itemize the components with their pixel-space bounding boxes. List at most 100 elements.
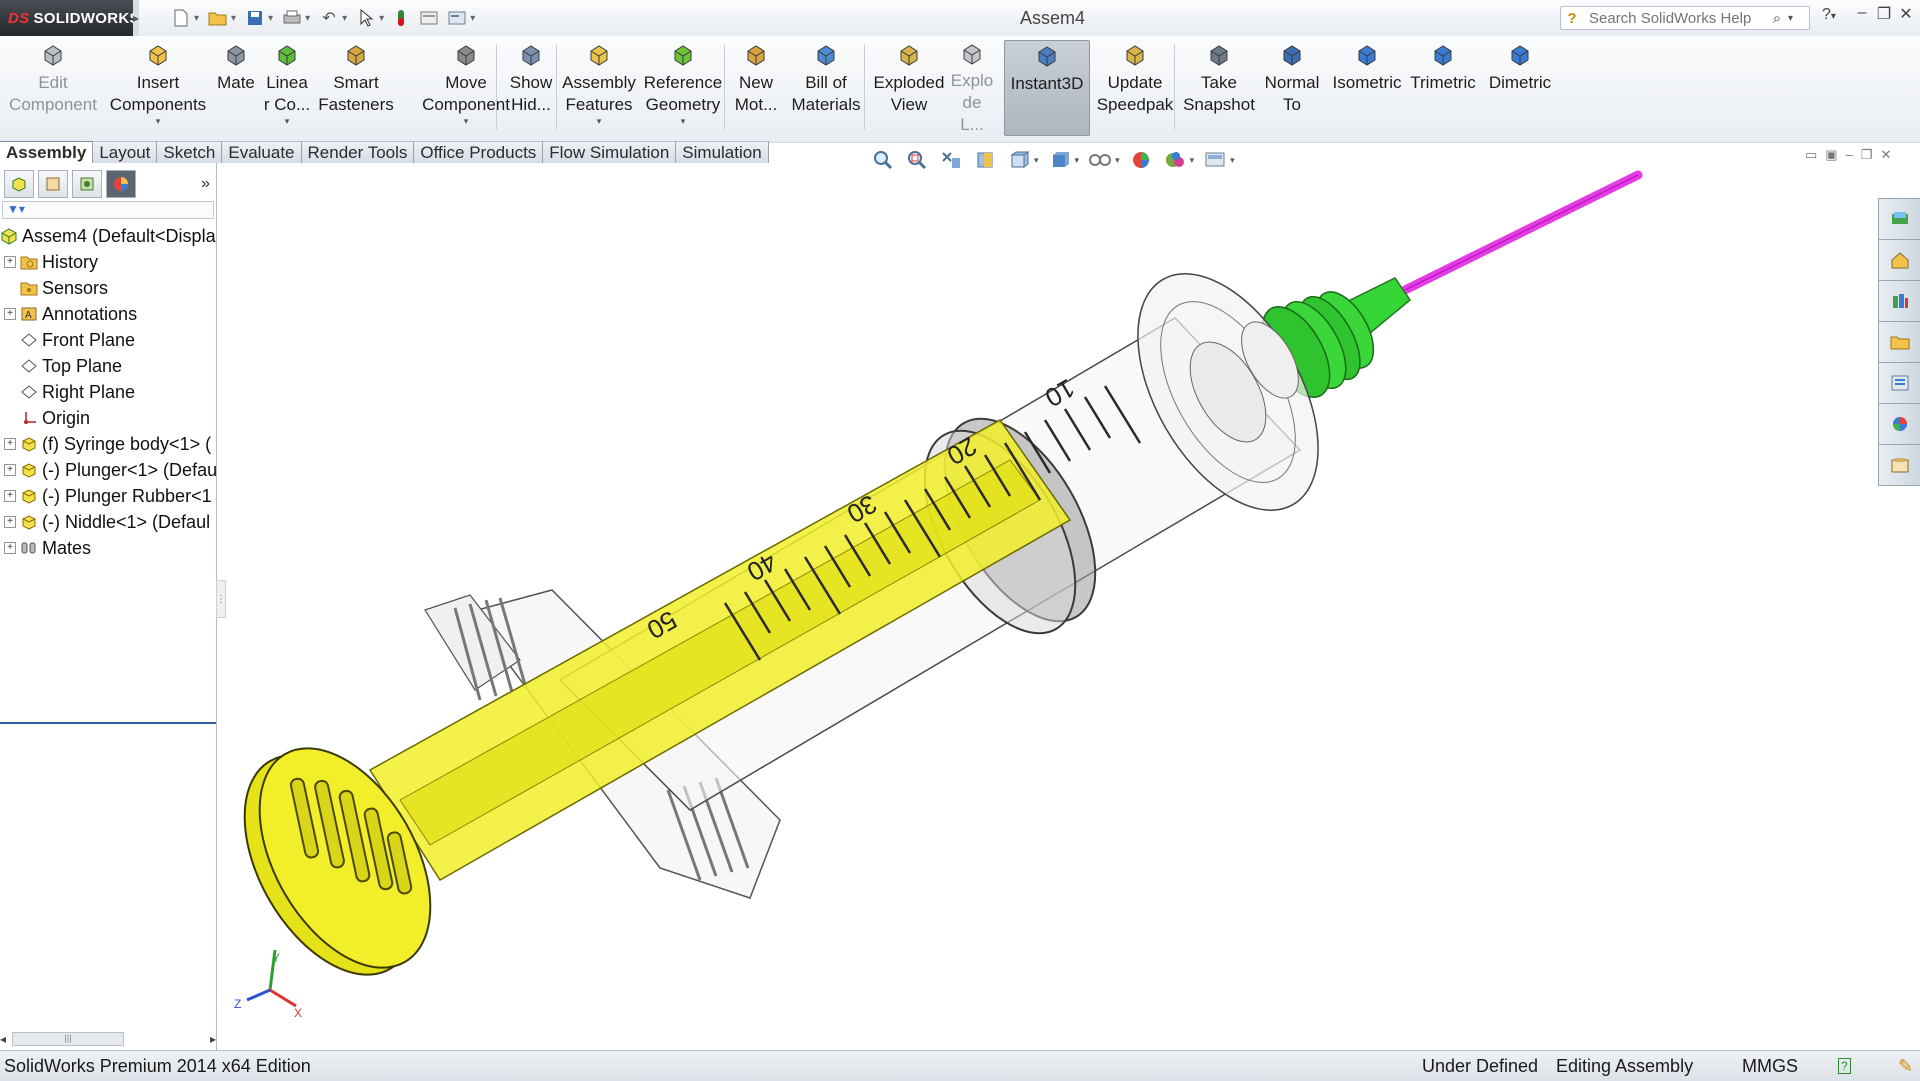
- viewport-split-icon[interactable]: ▣: [1825, 147, 1837, 163]
- feature-manager-tab[interactable]: [4, 170, 34, 198]
- save-icon[interactable]: [244, 7, 266, 29]
- move-component-dropdown-arrow[interactable]: ▾: [464, 116, 469, 126]
- file-explorer-icon[interactable]: [1878, 322, 1920, 363]
- tab-render-tools[interactable]: Render Tools: [301, 141, 415, 163]
- tab-sketch[interactable]: Sketch: [157, 141, 223, 163]
- tree-expand-toggle[interactable]: +: [4, 516, 16, 528]
- custom-properties-icon[interactable]: [1878, 445, 1920, 486]
- solidworks-menu-arrow[interactable]: ▸: [133, 0, 139, 36]
- tree-node[interactable]: + (-) Plunger Rubber<1: [0, 483, 216, 509]
- configuration-manager-tab[interactable]: [72, 170, 102, 198]
- graphics-area[interactable]: 10 20 30 40 50 Y X Z: [218, 163, 1878, 1050]
- syringe-model[interactable]: 10 20 30 40 50: [218, 170, 1643, 1004]
- tree-node[interactable]: + A Annotations: [0, 301, 216, 327]
- linear-component-pattern-dropdown-arrow[interactable]: ▾: [285, 116, 290, 126]
- tree-node[interactable]: Top Plane: [0, 353, 216, 379]
- update-speedpak-button[interactable]: Update Speedpak: [1094, 40, 1176, 136]
- smart-fasteners-button[interactable]: Smart Fasteners: [316, 40, 396, 136]
- tab-layout[interactable]: Layout: [93, 141, 158, 163]
- scroll-right-arrow[interactable]: ▸: [210, 1032, 216, 1046]
- tab-simulation[interactable]: Simulation: [676, 141, 769, 163]
- open-folder-icon[interactable]: [207, 7, 229, 29]
- tree-expand-toggle[interactable]: +: [4, 308, 16, 320]
- tree-node[interactable]: Right Plane: [0, 379, 216, 405]
- viewport-restore-button[interactable]: ❐: [1861, 147, 1873, 163]
- select-cursor-icon[interactable]: [355, 7, 377, 29]
- explode-line-sketch-button[interactable]: Explo de L...: [950, 40, 994, 136]
- help-search-input[interactable]: [1583, 8, 1766, 28]
- insert-components-button[interactable]: Insert Components ▾: [106, 40, 210, 136]
- close-window-button[interactable]: ✕: [1895, 4, 1917, 28]
- search-dropdown-arrow[interactable]: ▾: [1788, 13, 1793, 24]
- solidworks-logo[interactable]: DS SOLIDWORKS: [0, 0, 139, 36]
- tree-node[interactable]: + History: [0, 249, 216, 275]
- tree-node[interactable]: Front Plane: [0, 327, 216, 353]
- scroll-thumb[interactable]: |||: [12, 1032, 125, 1046]
- tab-office-products[interactable]: Office Products: [414, 141, 544, 163]
- view-palette-icon[interactable]: [1878, 363, 1920, 404]
- rollback-bar[interactable]: [0, 722, 216, 724]
- tree-expand-toggle[interactable]: +: [4, 490, 16, 502]
- tab-evaluate[interactable]: Evaluate: [222, 141, 302, 163]
- normal-to-button[interactable]: Normal To: [1262, 40, 1322, 136]
- tab-flow-simulation[interactable]: Flow Simulation: [543, 141, 677, 163]
- filter-icon[interactable]: ▼▾: [7, 202, 25, 216]
- instant3d-button[interactable]: Instant3D: [1004, 40, 1090, 136]
- dimetric-button[interactable]: Dimetric: [1482, 40, 1558, 136]
- tab-assembly[interactable]: Assembly: [0, 141, 94, 163]
- property-manager-tab[interactable]: [38, 170, 68, 198]
- restore-window-button[interactable]: ❐: [1873, 4, 1895, 28]
- show-hidden-button[interactable]: Show Hid...: [502, 40, 560, 136]
- tree-expand-toggle[interactable]: +: [4, 438, 16, 450]
- bill-of-materials-button[interactable]: Bill of Materials: [786, 40, 866, 136]
- print-icon[interactable]: [281, 7, 303, 29]
- scroll-left-arrow[interactable]: ◂: [0, 1032, 6, 1046]
- home-icon[interactable]: [1878, 240, 1920, 281]
- undo-dropdown-arrow[interactable]: ▾: [342, 13, 347, 24]
- viewport-tile-icon[interactable]: ▭: [1805, 147, 1817, 163]
- minimize-window-button[interactable]: –: [1851, 4, 1873, 28]
- expand-panel-icon[interactable]: »: [201, 175, 210, 193]
- mate-button[interactable]: Mate: [214, 40, 258, 136]
- solidworks-resources-icon[interactable]: [1878, 198, 1920, 240]
- help-tip-icon[interactable]: ?: [1838, 1058, 1851, 1074]
- print-dropdown-arrow[interactable]: ▾: [305, 13, 310, 24]
- assembly-features-button[interactable]: Assembly Features ▾: [560, 40, 638, 136]
- search-icon[interactable]: ⌕: [1766, 10, 1788, 27]
- assembly-features-dropdown-arrow[interactable]: ▾: [597, 116, 602, 126]
- edit-component-button[interactable]: Edit Component: [4, 40, 102, 136]
- isometric-button[interactable]: Isometric: [1328, 40, 1406, 136]
- save-dropdown-arrow[interactable]: ▾: [268, 13, 273, 24]
- tree-filter-field[interactable]: ▼▾: [2, 201, 214, 219]
- new-dropdown-arrow[interactable]: ▾: [194, 13, 199, 24]
- appearances-scenes-icon[interactable]: [1878, 404, 1920, 445]
- reference-geometry-button[interactable]: Reference Geometry ▾: [640, 40, 726, 136]
- editing-mode-status[interactable]: Editing Assembly: [1556, 1056, 1693, 1077]
- options-dropdown-arrow[interactable]: ▾: [470, 13, 475, 24]
- take-snapshot-button[interactable]: Take Snapshot: [1180, 40, 1258, 136]
- insert-components-dropdown-arrow[interactable]: ▾: [156, 116, 161, 126]
- open-dropdown-arrow[interactable]: ▾: [231, 13, 236, 24]
- design-library-icon[interactable]: [1878, 281, 1920, 322]
- new-document-icon[interactable]: [170, 7, 192, 29]
- tree-node[interactable]: + (-) Niddle<1> (Defaul: [0, 509, 216, 535]
- options-icon[interactable]: [446, 7, 468, 29]
- tree-node[interactable]: + (-) Plunger<1> (Defau: [0, 457, 216, 483]
- panel-horizontal-scrollbar[interactable]: ◂ ||| ▸: [0, 1029, 216, 1049]
- tree-node[interactable]: + Mates: [0, 535, 216, 561]
- viewport-minimize-button[interactable]: –: [1846, 147, 1853, 163]
- display-manager-tab[interactable]: [106, 170, 136, 198]
- tree-expand-toggle[interactable]: +: [4, 542, 16, 554]
- help-icon[interactable]: ?▾: [1822, 6, 1836, 24]
- tree-expand-toggle[interactable]: +: [4, 256, 16, 268]
- undo-icon[interactable]: ↶: [318, 7, 340, 29]
- rebuild-icon[interactable]: [390, 7, 412, 29]
- tree-expand-toggle[interactable]: +: [4, 464, 16, 476]
- linear-component-pattern-button[interactable]: Linea r Co... ▾: [262, 40, 312, 136]
- select-dropdown-arrow[interactable]: ▾: [379, 13, 384, 24]
- tree-node[interactable]: + (f) Syringe body<1> (: [0, 431, 216, 457]
- tree-node[interactable]: Sensors: [0, 275, 216, 301]
- new-motion-study-button[interactable]: New Mot...: [734, 40, 778, 136]
- file-properties-icon[interactable]: [418, 7, 440, 29]
- reference-geometry-dropdown-arrow[interactable]: ▾: [681, 116, 686, 126]
